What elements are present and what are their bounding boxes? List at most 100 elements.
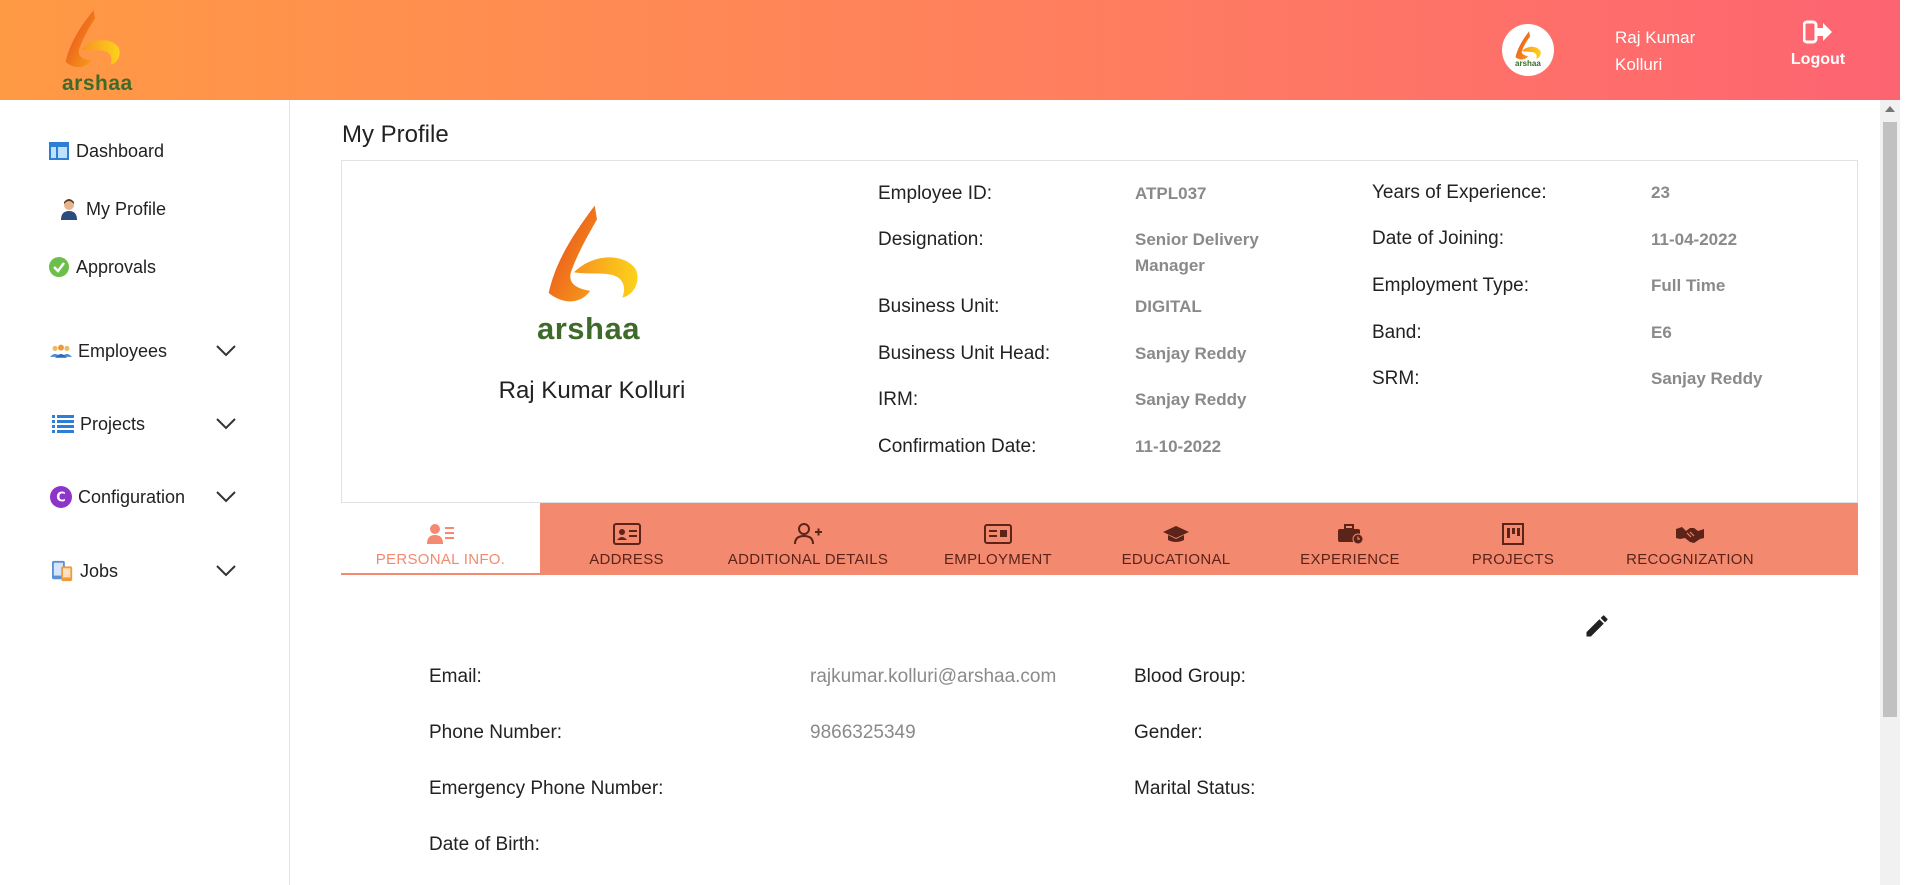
business-unit-head-label: Business Unit Head: — [878, 343, 1051, 364]
list-icon — [52, 413, 74, 435]
employment-type-value: Full Time — [1651, 276, 1726, 295]
arshaa-logo-icon — [548, 205, 638, 302]
business-unit-value: DIGITAL — [1135, 297, 1202, 316]
tab-educational[interactable]: EDUCATIONAL — [1093, 503, 1259, 575]
logout-button[interactable]: Logout — [1778, 20, 1858, 69]
top-header: arshaa arshaa Raj Kumar Kolluri Logout — [0, 0, 1900, 100]
address-card-icon — [612, 521, 641, 547]
c-circle-icon: C — [50, 486, 72, 508]
band-value: E6 — [1651, 323, 1672, 342]
phone-number-value: 9866325349 — [810, 722, 916, 743]
tab-address[interactable]: ADDRESS — [540, 503, 713, 575]
dashboard-icon — [48, 140, 70, 162]
chevron-down-icon — [216, 418, 236, 430]
brand-name: arshaa — [62, 72, 133, 95]
sidebar-item-label: Jobs — [80, 560, 119, 581]
email-label: Email: — [429, 666, 482, 687]
tab-recognization[interactable]: RECOGNIZATION — [1585, 503, 1795, 575]
chevron-down-icon — [216, 565, 236, 577]
employee-id-value: ATPL037 — [1135, 184, 1207, 203]
sidebar-item-approvals[interactable]: Approvals — [48, 256, 156, 278]
tab-label: PERSONAL INFO. — [375, 551, 506, 568]
designation-label: Designation: — [878, 229, 984, 250]
tab-projects[interactable]: PROJECTS — [1441, 503, 1585, 575]
email-value: rajkumar.kolluri@arshaa.com — [810, 666, 1057, 687]
avatar[interactable]: arshaa — [1502, 24, 1554, 76]
arshaa-logo-icon — [65, 10, 120, 68]
brand-logo[interactable]: arshaa — [60, 6, 140, 96]
edit-pencil-icon[interactable] — [1583, 612, 1611, 640]
id-card-icon — [984, 521, 1012, 547]
company-logo — [537, 201, 657, 311]
sidebar-item-label: Configuration — [78, 486, 186, 507]
years-of-experience-value: 23 — [1651, 183, 1670, 202]
devices-icon — [52, 560, 74, 582]
handshake-icon — [1675, 521, 1705, 547]
avatar-brand-text: arshaa — [1515, 59, 1541, 68]
tab-label: RECOGNIZATION — [1626, 551, 1754, 568]
employment-type-label: Employment Type: — [1372, 275, 1530, 296]
briefcase-clock-icon — [1336, 521, 1364, 547]
sidebar: Dashboard My Profile Approvals Employees… — [0, 100, 290, 885]
marital-status-label: Marital Status: — [1134, 778, 1256, 799]
sidebar-item-label: My Profile — [86, 198, 167, 219]
profile-card: arshaa Raj Kumar Kolluri Employee ID: AT… — [341, 160, 1858, 503]
business-unit-head-value: Sanjay Reddy — [1135, 344, 1247, 363]
business-unit-label: Business Unit: — [878, 296, 1000, 317]
graduation-cap-icon — [1162, 521, 1190, 547]
tab-label: EMPLOYMENT — [943, 551, 1052, 568]
tab-label: EDUCATIONAL — [1121, 551, 1231, 568]
confirmation-date-label: Confirmation Date: — [878, 436, 1037, 457]
profile-tabs: PERSONAL INFO. ADDRESS ADDITIONAL DETAIL… — [341, 503, 1858, 575]
sidebar-item-label: Dashboard — [76, 140, 165, 161]
avatar-logo-icon — [1515, 31, 1541, 60]
board-icon — [1501, 521, 1525, 547]
confirmation-date-value: 11-10-2022 — [1135, 437, 1222, 456]
blood-group-label: Blood Group: — [1134, 666, 1246, 687]
srm-value: Sanjay Reddy — [1651, 369, 1763, 388]
sidebar-item-projects[interactable]: Projects — [52, 413, 252, 435]
date-of-joining-label: Date of Joining: — [1372, 228, 1505, 249]
sidebar-item-dashboard[interactable]: Dashboard — [48, 140, 164, 162]
emergency-phone-label: Emergency Phone Number: — [429, 778, 664, 799]
sidebar-item-employees[interactable]: Employees — [50, 340, 250, 362]
date-of-joining-value: 11-04-2022 — [1651, 230, 1738, 249]
irm-label: IRM: — [878, 389, 919, 410]
logout-icon — [1802, 20, 1832, 44]
date-of-birth-label: Date of Birth: — [429, 834, 540, 855]
sidebar-item-label: Employees — [78, 340, 168, 361]
band-label: Band: — [1372, 322, 1422, 343]
person-add-icon — [794, 521, 822, 547]
page-title: My Profile — [342, 121, 449, 148]
sidebar-item-jobs[interactable]: Jobs — [52, 560, 252, 582]
gender-label: Gender: — [1134, 722, 1203, 743]
people-icon — [50, 340, 72, 362]
check-circle-icon — [48, 256, 70, 278]
tab-label: EXPERIENCE — [1300, 551, 1400, 568]
years-of-experience-label: Years of Experience: — [1372, 182, 1547, 203]
person-info-icon — [426, 521, 455, 547]
phone-number-label: Phone Number: — [429, 722, 563, 743]
srm-label: SRM: — [1372, 368, 1420, 389]
sidebar-item-label: Approvals — [76, 256, 157, 277]
scroll-up-arrow-icon[interactable] — [1885, 106, 1895, 112]
designation-value: Senior Delivery Manager — [1135, 230, 1259, 275]
tab-label: ADDRESS — [589, 551, 664, 568]
sidebar-item-configuration[interactable]: C Configuration — [50, 486, 250, 508]
chevron-down-icon — [216, 345, 236, 357]
tab-employment[interactable]: EMPLOYMENT — [903, 503, 1093, 575]
tab-label: PROJECTS — [1471, 551, 1555, 568]
user-icon — [58, 198, 80, 220]
user-name: Raj Kumar Kolluri — [1615, 28, 1696, 74]
irm-value: Sanjay Reddy — [1135, 390, 1247, 409]
page-scrollbar[interactable] — [1880, 100, 1900, 885]
scroll-thumb[interactable] — [1883, 122, 1897, 717]
tab-experience[interactable]: EXPERIENCE — [1259, 503, 1441, 575]
sidebar-item-label: Projects — [80, 413, 146, 434]
svg-text:C: C — [56, 491, 65, 506]
employee-id-label: Employee ID: — [878, 183, 993, 204]
sidebar-item-my-profile[interactable]: My Profile — [58, 198, 166, 220]
tab-personal-info[interactable]: PERSONAL INFO. — [341, 503, 540, 575]
tab-additional-details[interactable]: ADDITIONAL DETAILS — [713, 503, 903, 575]
tab-label: ADDITIONAL DETAILS — [727, 551, 889, 568]
